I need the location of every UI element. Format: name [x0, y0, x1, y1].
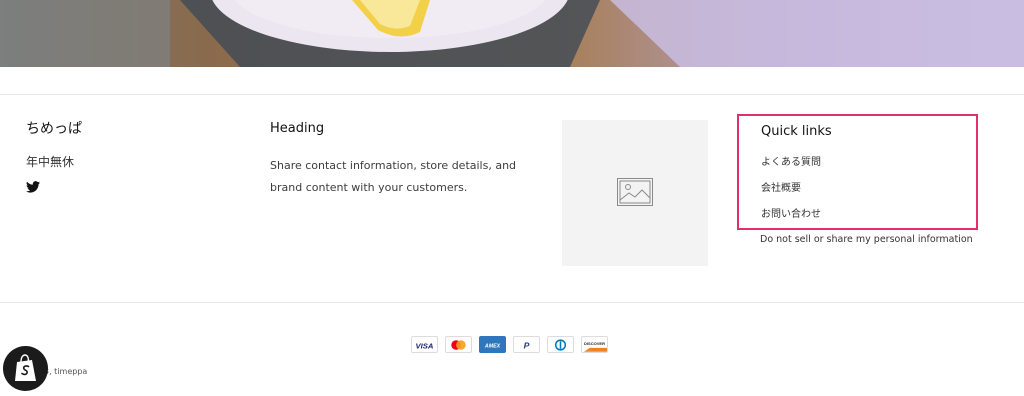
privacy-link[interactable]: Do not sell or share my personal informa…: [760, 234, 973, 246]
quick-links-block: Quick links よくある質問 会社概要 お問い合わせ: [737, 114, 978, 230]
heading-text: Share contact information, store details…: [270, 159, 517, 194]
quick-link-company[interactable]: 会社概要: [761, 182, 801, 196]
image-placeholder: [562, 120, 708, 266]
quick-link-contact[interactable]: お問い合わせ: [761, 208, 821, 222]
mastercard-icon: [445, 336, 472, 353]
svg-text:AMEX: AMEX: [484, 343, 501, 349]
diners-club-icon: [547, 336, 574, 353]
twitter-icon[interactable]: [26, 181, 40, 193]
footer: ちめっぱ 年中無休 Heading Share contact informat…: [0, 94, 1024, 302]
image-placeholder-icon: [617, 178, 653, 206]
heading-column: Heading Share contact information, store…: [270, 121, 520, 199]
svg-text:DISCOVER: DISCOVER: [584, 341, 605, 346]
discover-icon: DISCOVER: [581, 336, 608, 353]
svg-text:P: P: [524, 340, 530, 350]
copyright-text: 3, timeppa: [44, 367, 88, 376]
hero-image: [0, 0, 1024, 67]
payment-icons: VISA AMEX P DISCOVER: [411, 336, 608, 353]
brand-column: ちめっぱ 年中無休: [26, 121, 226, 193]
shopify-icon: [14, 353, 36, 381]
paypal-icon: P: [513, 336, 540, 353]
american-express-icon: AMEX: [479, 336, 506, 353]
quick-link-faq[interactable]: よくある質問: [761, 156, 821, 170]
brand-name: ちめっぱ: [26, 121, 82, 137]
brand-tagline: 年中無休: [26, 155, 75, 169]
visa-icon: VISA: [411, 336, 438, 353]
quick-links-title: Quick links: [761, 124, 832, 139]
shopify-badge[interactable]: [3, 346, 48, 391]
footer-bottom-divider: [0, 302, 1024, 303]
heading-title: Heading: [270, 121, 325, 136]
svg-text:VISA: VISA: [416, 341, 434, 350]
